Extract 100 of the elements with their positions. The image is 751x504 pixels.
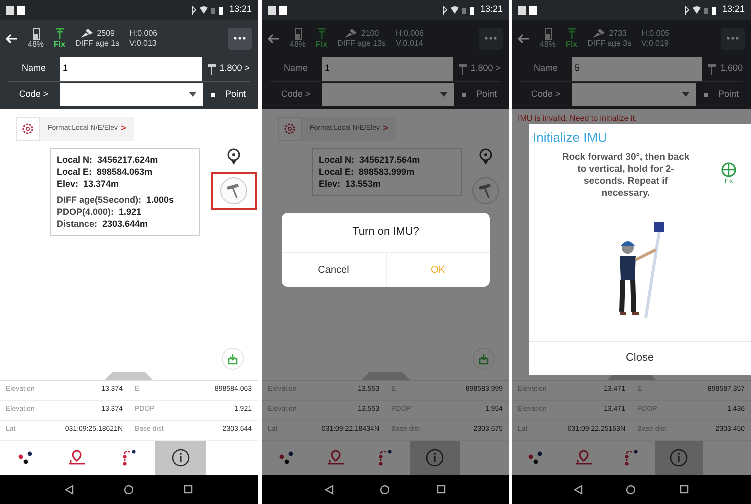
info-label: Local E: bbox=[57, 166, 92, 178]
info-label: Local E: bbox=[319, 166, 354, 178]
recents-icon[interactable] bbox=[184, 485, 193, 494]
info-value: 1.921 bbox=[119, 206, 142, 218]
line-path-icon bbox=[120, 449, 137, 467]
vertical-precision: V:0.014 bbox=[396, 38, 424, 48]
pole-height-icon bbox=[458, 63, 467, 75]
home-icon[interactable] bbox=[626, 484, 636, 494]
dropdown-arrow-icon bbox=[189, 92, 198, 97]
recents-icon[interactable] bbox=[680, 485, 690, 494]
back-icon[interactable] bbox=[325, 484, 334, 494]
satellite-count: 2733 bbox=[609, 28, 627, 38]
info-value: 898583.999m bbox=[359, 166, 415, 178]
vertical-precision: V:0.013 bbox=[130, 38, 158, 48]
survey-pole-icon[interactable] bbox=[211, 172, 257, 210]
code-button[interactable]: Code > bbox=[8, 88, 60, 102]
name-field[interactable]: 1 bbox=[322, 57, 453, 81]
home-icon[interactable] bbox=[380, 484, 390, 494]
info-value: 13.553m bbox=[346, 178, 382, 190]
back-icon[interactable] bbox=[65, 484, 74, 494]
status-icons bbox=[684, 6, 718, 14]
recents-icon[interactable] bbox=[436, 485, 446, 494]
dialog-message: Rock forward 30°, then back to vertical, hold for 2-seconds. Repeat if necessary. bbox=[561, 152, 691, 200]
receiver-battery-icon bbox=[544, 28, 552, 40]
receiver-battery-icon bbox=[294, 28, 302, 40]
dialog-button[interactable]: Close bbox=[529, 341, 751, 375]
dialog-title: Initialize IMU bbox=[532, 129, 608, 147]
name-label: Name bbox=[282, 62, 309, 76]
status-time: 13:21 bbox=[480, 3, 503, 16]
code-button[interactable]: Code > bbox=[270, 88, 322, 102]
location-pin-icon[interactable] bbox=[227, 148, 241, 166]
home-icon[interactable] bbox=[124, 484, 134, 494]
warning-text: IMU is invalid. Need to initialize it. bbox=[517, 113, 638, 125]
points-icon bbox=[278, 451, 295, 465]
satellite-icon bbox=[592, 28, 606, 39]
settings-button[interactable] bbox=[16, 117, 40, 141]
name-field[interactable]: 1 bbox=[60, 57, 202, 81]
diff-age: DIFF age 3s bbox=[588, 39, 632, 49]
more-icon bbox=[234, 37, 246, 40]
antenna-height[interactable]: 1.800 > bbox=[220, 62, 250, 76]
gear-icon bbox=[284, 123, 296, 135]
info-label: PDOP(4.000): bbox=[57, 206, 114, 218]
point-type[interactable]: Point bbox=[718, 88, 739, 102]
pole-height-icon bbox=[208, 63, 216, 75]
info-label: Elev: bbox=[319, 178, 341, 190]
settings-button[interactable] bbox=[278, 117, 302, 141]
map-pin-icon bbox=[68, 450, 86, 466]
satellite-icon bbox=[344, 28, 358, 39]
points-icon bbox=[528, 451, 544, 465]
horizontal-precision: H:0.006 bbox=[396, 28, 424, 38]
more-button[interactable] bbox=[228, 28, 252, 50]
diff-age: DIFF age 13s bbox=[338, 39, 386, 49]
dropdown-arrow-icon bbox=[440, 92, 448, 97]
battery-level: 48% bbox=[540, 40, 556, 50]
back-arrow-icon[interactable] bbox=[6, 34, 18, 44]
points-icon bbox=[18, 451, 34, 465]
info-value: 13.374m bbox=[84, 178, 120, 190]
name-field[interactable]: 5 bbox=[572, 57, 702, 81]
pole-height-icon bbox=[708, 63, 716, 75]
name-label: Name bbox=[20, 62, 47, 76]
battery-level: 48% bbox=[290, 40, 306, 50]
code-button[interactable]: Code > bbox=[520, 88, 572, 102]
dialog-button[interactable]: Cancel bbox=[282, 253, 386, 287]
antenna-icon bbox=[54, 28, 65, 40]
bottom-tab[interactable] bbox=[154, 441, 206, 475]
back-icon[interactable] bbox=[574, 484, 583, 494]
info-icon bbox=[426, 449, 444, 467]
antenna-height[interactable]: 1.600 bbox=[720, 62, 743, 76]
stakeout-button-icon[interactable] bbox=[222, 348, 244, 370]
battery-level: 48% bbox=[28, 40, 44, 50]
satellite-count: 2509 bbox=[97, 28, 115, 38]
antenna-height[interactable]: 1.800 > bbox=[470, 62, 501, 76]
status-time: 13:21 bbox=[229, 3, 252, 16]
fix-status: Fix bbox=[566, 40, 578, 50]
notification-icon bbox=[518, 6, 538, 14]
point-type[interactable]: Point bbox=[476, 88, 497, 102]
info-label: DIFF age(5Second): bbox=[57, 194, 142, 206]
format-chevron: > bbox=[383, 122, 388, 136]
crosshair-icon bbox=[721, 162, 737, 178]
status-icons bbox=[191, 6, 226, 14]
info-label: Elev: bbox=[57, 178, 79, 190]
vertical-precision: V:0.019 bbox=[642, 38, 670, 48]
info-icon bbox=[172, 449, 190, 467]
fix-status: Fix bbox=[316, 40, 328, 50]
horizontal-precision: H:0.005 bbox=[642, 28, 670, 38]
fix-status: Fix bbox=[54, 40, 66, 50]
notification-icon bbox=[268, 6, 288, 14]
info-value: 898584.063m bbox=[97, 166, 153, 178]
info-value: 3456217.564m bbox=[360, 154, 420, 166]
horizontal-precision: H:0.006 bbox=[130, 28, 158, 38]
point-type[interactable]: Point bbox=[225, 88, 246, 102]
notification-icon bbox=[6, 6, 26, 14]
info-value: 1.000s bbox=[146, 194, 174, 206]
map-pin-icon bbox=[327, 450, 346, 466]
more-icon bbox=[485, 37, 497, 40]
info-label: Distance: bbox=[57, 218, 98, 230]
satellite-count: 2100 bbox=[361, 28, 380, 38]
status-icons bbox=[442, 6, 476, 14]
dropdown-arrow-icon bbox=[682, 92, 690, 97]
info-icon bbox=[670, 449, 688, 467]
